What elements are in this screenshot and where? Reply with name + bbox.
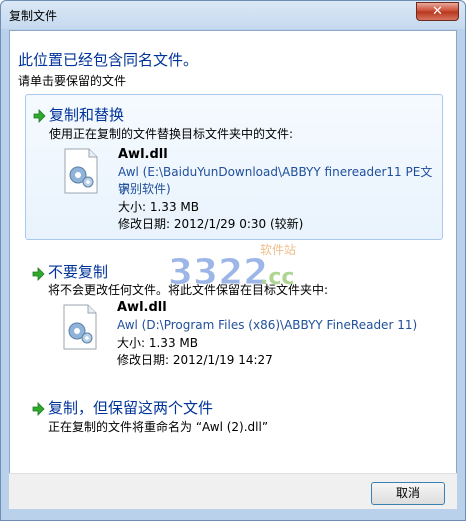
option-title: 不要复制 <box>48 263 109 281</box>
dialog-footer: 取消 <box>9 473 457 509</box>
dll-file-icon <box>61 147 101 195</box>
svg-text:.cc: .cc <box>260 265 294 290</box>
option-copy-and-replace[interactable]: 复制和替换 使用正在复制的文件替换目标文件夹中的文件: Awl.dll Awl … <box>25 94 443 240</box>
option-keep-both[interactable]: 复制，但保留这两个文件 正在复制的文件将重命名为 “Awl (2).dll” <box>25 391 443 437</box>
title-bar[interactable]: 复制文件 ✕ <box>1 1 465 29</box>
window-title: 复制文件 <box>9 9 58 23</box>
file-size: 大小: 1.33 MB <box>117 336 198 350</box>
svg-text:3322: 3322 <box>168 252 268 293</box>
file-location-continued: 识别软件) <box>118 182 171 196</box>
file-modified-date: 修改日期: 2012/1/29 0:30 (较新) <box>118 217 304 231</box>
dll-file-icon <box>60 303 100 351</box>
option-title: 复制和替换 <box>49 106 125 124</box>
option-description: 使用正在复制的文件替换目标文件夹中的文件: <box>49 127 294 141</box>
file-name: Awl.dll <box>117 300 167 315</box>
dialog-heading: 此位置已经包含同名文件。 <box>18 51 199 69</box>
option-title: 复制，但保留这两个文件 <box>48 399 214 417</box>
green-arrow-icon <box>31 267 45 281</box>
dialog-subheading: 请单击要保留的文件 <box>18 74 127 88</box>
file-name: Awl.dll <box>118 147 168 162</box>
file-modified-date: 修改日期: 2012/1/19 14:27 <box>117 353 273 367</box>
cancel-button[interactable]: 取消 <box>371 482 445 505</box>
green-arrow-icon <box>31 402 45 416</box>
svg-text:软件站: 软件站 <box>260 243 296 257</box>
close-icon: ✕ <box>432 4 443 19</box>
copy-file-dialog: 复制文件 ✕ 此位置已经包含同名文件。 请单击要保留的文件 复制和替换 使用正在… <box>0 0 466 521</box>
option-description: 正在复制的文件将重命名为 “Awl (2).dll” <box>48 420 269 434</box>
watermark-logo: 3322 .cc 软件站 <box>166 238 316 298</box>
file-size: 大小: 1.33 MB <box>118 200 199 214</box>
green-arrow-icon <box>32 109 46 123</box>
close-button[interactable]: ✕ <box>416 2 459 21</box>
file-location: Awl (D:\Program Files (x86)\ABBYY FineRe… <box>117 318 418 332</box>
